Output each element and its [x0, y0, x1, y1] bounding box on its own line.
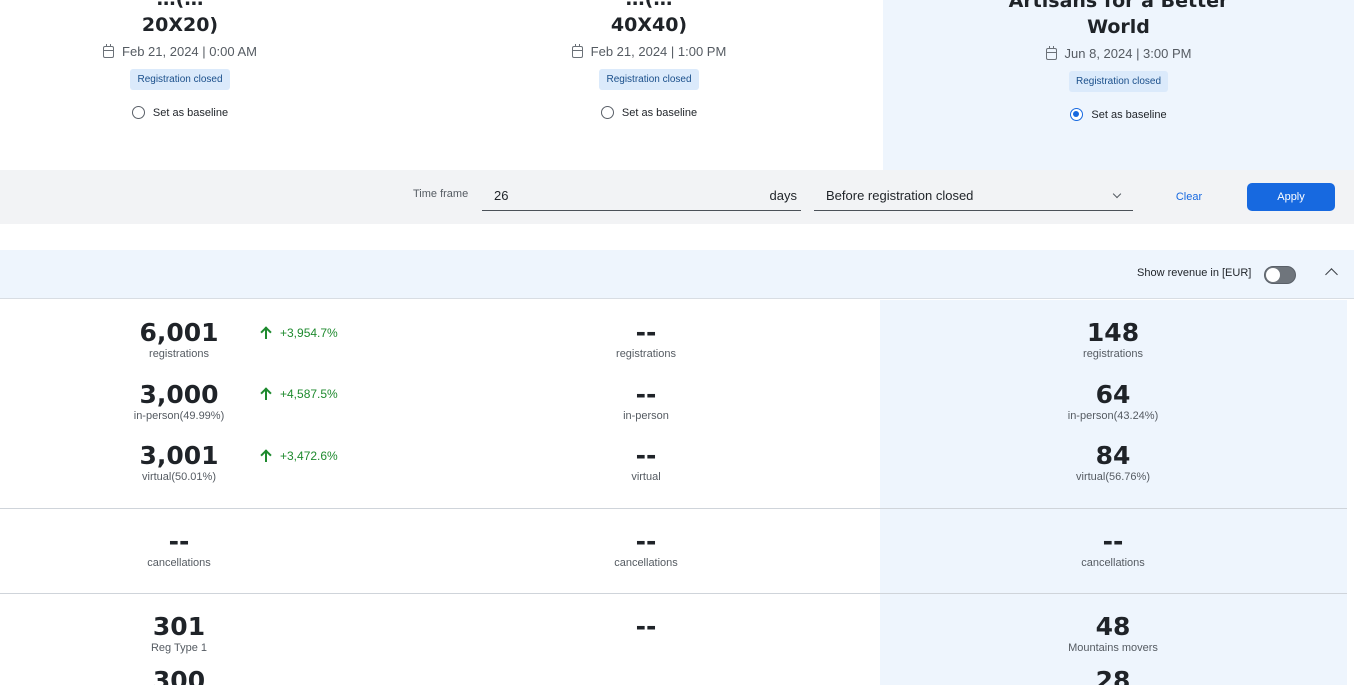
- event-date-text: Jun 8, 2024 | 3:00 PM: [1064, 46, 1192, 61]
- radio-icon[interactable]: [131, 106, 145, 119]
- status-badge: Registration closed: [130, 69, 230, 90]
- stat-value: --: [635, 441, 657, 470]
- reg-type-stat: --: [526, 612, 766, 642]
- divider: [0, 508, 1347, 509]
- divider: [0, 593, 1347, 594]
- stat-label: in-person: [623, 410, 669, 422]
- stat-label: virtual: [631, 471, 661, 483]
- stat-value: --: [168, 527, 190, 556]
- baseline-label: Set as baseline: [1091, 108, 1167, 121]
- stat-label: registrations: [1083, 348, 1143, 360]
- arrow-up-icon: [260, 326, 272, 340]
- metrics-header: Show revenue in [EUR]: [0, 250, 1354, 299]
- stat-label: Mountains movers: [1068, 642, 1158, 654]
- stat-label: in-person(49.99%): [133, 410, 225, 422]
- apply-button[interactable]: Apply: [1247, 183, 1335, 211]
- virtual-stat: -- virtual: [526, 441, 766, 484]
- arrow-up-icon: [260, 449, 272, 463]
- stat-value: 64: [1095, 380, 1131, 409]
- event-date-text: Feb 21, 2024 | 0:00 AM: [122, 44, 257, 59]
- stat-label: Reg Type 1: [150, 642, 208, 654]
- event-date: Feb 21, 2024 | 1:00 PM: [571, 43, 727, 59]
- stat-label: virtual(56.76%): [1076, 471, 1150, 483]
- calendar-icon: [103, 43, 115, 58]
- baseline-label: Set as baseline: [152, 106, 229, 119]
- in-person-delta: +4,587.5%: [260, 387, 338, 401]
- event-title: …(… 40X40): [610, 0, 688, 36]
- stat-value: 301: [152, 612, 206, 641]
- reg-type-stat: 300: [59, 666, 299, 685]
- stat-value: --: [635, 612, 657, 641]
- event-date-text: Feb 21, 2024 | 1:00 PM: [590, 44, 727, 59]
- arrow-up-icon: [260, 387, 272, 401]
- event-title: …(… 20X20): [141, 0, 219, 36]
- baseline-label: Set as baseline: [621, 106, 698, 119]
- event-card-2: …(… 40X40) Feb 21, 2024 | 1:00 PM Regist…: [529, 0, 769, 170]
- virtual-delta: +3,472.6%: [260, 449, 338, 463]
- calendar-icon: [1045, 45, 1057, 60]
- clear-button[interactable]: Clear: [1166, 183, 1212, 211]
- in-person-stat: -- in-person: [526, 380, 766, 423]
- show-revenue-toggle[interactable]: [1264, 266, 1296, 284]
- stat-value: 300: [152, 666, 206, 685]
- stat-value: --: [1102, 527, 1124, 556]
- set-baseline-radio[interactable]: Set as baseline: [600, 106, 698, 119]
- stat-value: 148: [1086, 318, 1140, 347]
- delta-value: +4,587.5%: [280, 387, 338, 401]
- chevron-down-icon[interactable]: [1112, 189, 1122, 199]
- time-frame-relation-value: Before registration closed: [826, 188, 974, 203]
- stat-label: virtual(50.01%): [142, 471, 216, 483]
- show-revenue-label: Show revenue in [EUR]: [1137, 267, 1252, 279]
- cancellations-stat: -- cancellations: [59, 527, 299, 570]
- time-frame-input[interactable]: 26 days: [482, 183, 801, 211]
- set-baseline-radio[interactable]: Set as baseline: [1070, 108, 1167, 121]
- event-date: Jun 8, 2024 | 3:00 PM: [1045, 45, 1192, 61]
- cancellations-stat: -- cancellations: [526, 527, 766, 570]
- stat-value: 48: [1095, 612, 1131, 641]
- in-person-stat: 64 in-person(43.24%): [993, 380, 1233, 423]
- time-frame-label: Time frame: [413, 188, 469, 200]
- registrations-stat: -- registrations: [526, 318, 766, 361]
- time-frame-value[interactable]: 26: [494, 188, 508, 203]
- stat-label: registrations: [616, 348, 676, 360]
- event-date: Feb 21, 2024 | 0:00 AM: [103, 43, 257, 59]
- time-frame-relation-select[interactable]: Before registration closed: [814, 183, 1133, 211]
- reg-type-stat: 28: [993, 666, 1233, 685]
- status-badge: Registration closed: [1068, 71, 1169, 92]
- stat-value: --: [635, 380, 657, 409]
- stat-label: registrations: [149, 348, 209, 360]
- event-card-1: …(… 20X20) Feb 21, 2024 | 0:00 AM Regist…: [60, 0, 300, 170]
- event-title: Artisans for a Better World: [1008, 0, 1229, 38]
- time-frame-bar: Time frame 26 days Before registration c…: [0, 170, 1354, 224]
- stat-label: cancellations: [1081, 557, 1145, 569]
- status-badge: Registration closed: [599, 69, 699, 90]
- stat-label: in-person(43.24%): [1067, 410, 1159, 422]
- registrations-stat: 148 registrations: [993, 318, 1233, 361]
- reg-type-stat: 301 Reg Type 1: [59, 612, 299, 655]
- stat-value: --: [635, 527, 657, 556]
- radio-selected-icon[interactable]: [1070, 108, 1084, 121]
- stat-label: cancellations: [147, 557, 211, 569]
- radio-icon[interactable]: [600, 106, 614, 119]
- cancellations-stat: -- cancellations: [993, 527, 1233, 570]
- virtual-stat: 84 virtual(56.76%): [993, 441, 1233, 484]
- delta-value: +3,954.7%: [280, 326, 338, 340]
- delta-value: +3,472.6%: [280, 449, 338, 463]
- calendar-icon: [571, 43, 583, 58]
- stat-value: 28: [1095, 666, 1131, 685]
- stat-label: cancellations: [614, 557, 678, 569]
- stat-value: 84: [1095, 441, 1131, 470]
- event-card-3: Artisans for a Better World Jun 8, 2024 …: [883, 0, 1354, 170]
- registrations-delta: +3,954.7%: [260, 326, 338, 340]
- set-baseline-radio[interactable]: Set as baseline: [131, 106, 229, 119]
- time-frame-unit: days: [769, 188, 797, 203]
- reg-type-stat: 48 Mountains movers: [993, 612, 1233, 655]
- stat-value: --: [635, 318, 657, 347]
